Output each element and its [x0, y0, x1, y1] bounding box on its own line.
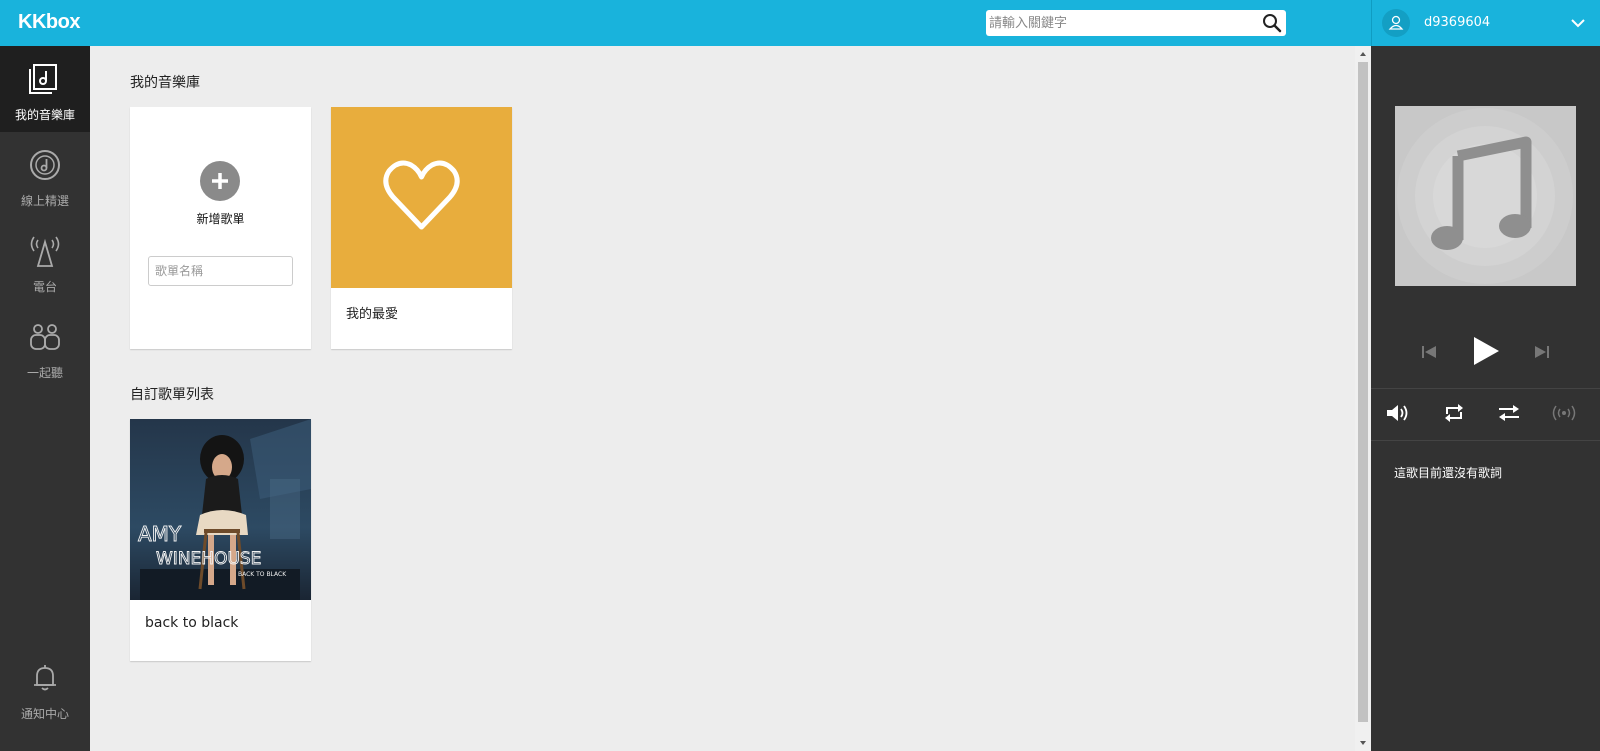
- favorites-card[interactable]: 我的最愛: [331, 107, 512, 349]
- heart-icon: [383, 160, 460, 230]
- search-box: [986, 10, 1286, 36]
- section-title-my-library: 我的音樂庫: [130, 75, 200, 91]
- scroll-up-arrow-icon[interactable]: [1358, 49, 1368, 59]
- player-panel: 這歌目前還沒有歌詞: [1371, 46, 1600, 751]
- lyrics-message: 這歌目前還沒有歌詞: [1394, 466, 1503, 480]
- radio-tower-icon: [30, 236, 60, 267]
- plus-icon: [212, 173, 228, 189]
- sidebar-item-my-library[interactable]: 我的音樂庫: [0, 46, 90, 132]
- new-playlist-card: 新增歌單: [130, 107, 311, 349]
- volume-icon[interactable]: [1386, 402, 1412, 424]
- sidebar-item-featured[interactable]: 線上精選: [0, 132, 90, 218]
- listen-together-icon: [30, 324, 60, 350]
- search-icon[interactable]: [1262, 13, 1282, 33]
- main-content: 我的音樂庫 新增歌單 我的最愛 自訂歌單列表: [90, 46, 1355, 751]
- search-input[interactable]: [986, 10, 1256, 36]
- album-cover[interactable]: AMY WINEHOUSE BACK TO BLACK: [130, 419, 311, 600]
- favorites-cover[interactable]: [331, 107, 512, 288]
- svg-text:BACK TO BLACK: BACK TO BLACK: [238, 571, 287, 578]
- divider: [1371, 388, 1600, 389]
- top-bar: KKbox d9369604: [0, 0, 1600, 46]
- broadcast-icon[interactable]: [1551, 404, 1577, 422]
- favorites-label: 我的最愛: [346, 307, 399, 322]
- sidebar-item-label: 一起聽: [26, 366, 63, 380]
- album-art-image: AMY WINEHOUSE BACK TO BLACK: [130, 419, 311, 600]
- avatar[interactable]: [1382, 9, 1410, 37]
- sidebar-item-radio[interactable]: 電台: [0, 218, 90, 304]
- user-menu[interactable]: d9369604: [1371, 0, 1600, 46]
- sidebar-item-label: 我的音樂庫: [14, 108, 75, 122]
- playlist-name-input[interactable]: [148, 256, 293, 286]
- vinyl-disc-icon: [30, 150, 60, 180]
- svg-text:WINEHOUSE: WINEHOUSE: [156, 549, 261, 569]
- svg-text:AMY: AMY: [138, 522, 182, 546]
- add-playlist-button[interactable]: [200, 161, 240, 201]
- next-track-icon[interactable]: [1534, 344, 1550, 360]
- sidebar-item-label: 電台: [32, 280, 57, 294]
- chevron-down-icon[interactable]: [1570, 15, 1586, 31]
- sidebar-item-notifications[interactable]: 通知中心: [0, 645, 90, 731]
- sidebar: 我的音樂庫 線上精選 電台 一起聽 通知中心: [0, 46, 90, 751]
- playlist-name: back to black: [145, 615, 239, 631]
- shuffle-icon[interactable]: [1497, 402, 1521, 424]
- scroll-down-arrow-icon[interactable]: [1358, 738, 1368, 748]
- previous-track-icon[interactable]: [1421, 344, 1437, 360]
- section-title-custom-playlists: 自訂歌單列表: [130, 387, 214, 403]
- new-playlist-label: 新增歌單: [196, 212, 245, 226]
- music-library-icon: [29, 64, 57, 94]
- sidebar-item-listen-together[interactable]: 一起聽: [0, 304, 90, 390]
- username[interactable]: d9369604: [1424, 15, 1490, 30]
- now-playing-art: [1395, 106, 1576, 286]
- bell-icon: [34, 665, 56, 691]
- sidebar-item-label: 通知中心: [20, 707, 69, 721]
- user-icon: [1388, 15, 1404, 30]
- kkbox-logo[interactable]: KKbox: [18, 11, 80, 34]
- scroll-thumb[interactable]: [1358, 62, 1368, 722]
- divider: [1371, 440, 1600, 441]
- scrollbar[interactable]: [1355, 46, 1371, 751]
- repeat-icon[interactable]: [1443, 402, 1465, 424]
- music-note-icon: [1395, 106, 1576, 286]
- playlist-card[interactable]: AMY WINEHOUSE BACK TO BLACK back to blac…: [130, 419, 311, 661]
- sidebar-item-label: 線上精選: [20, 194, 69, 208]
- play-icon[interactable]: [1472, 336, 1500, 366]
